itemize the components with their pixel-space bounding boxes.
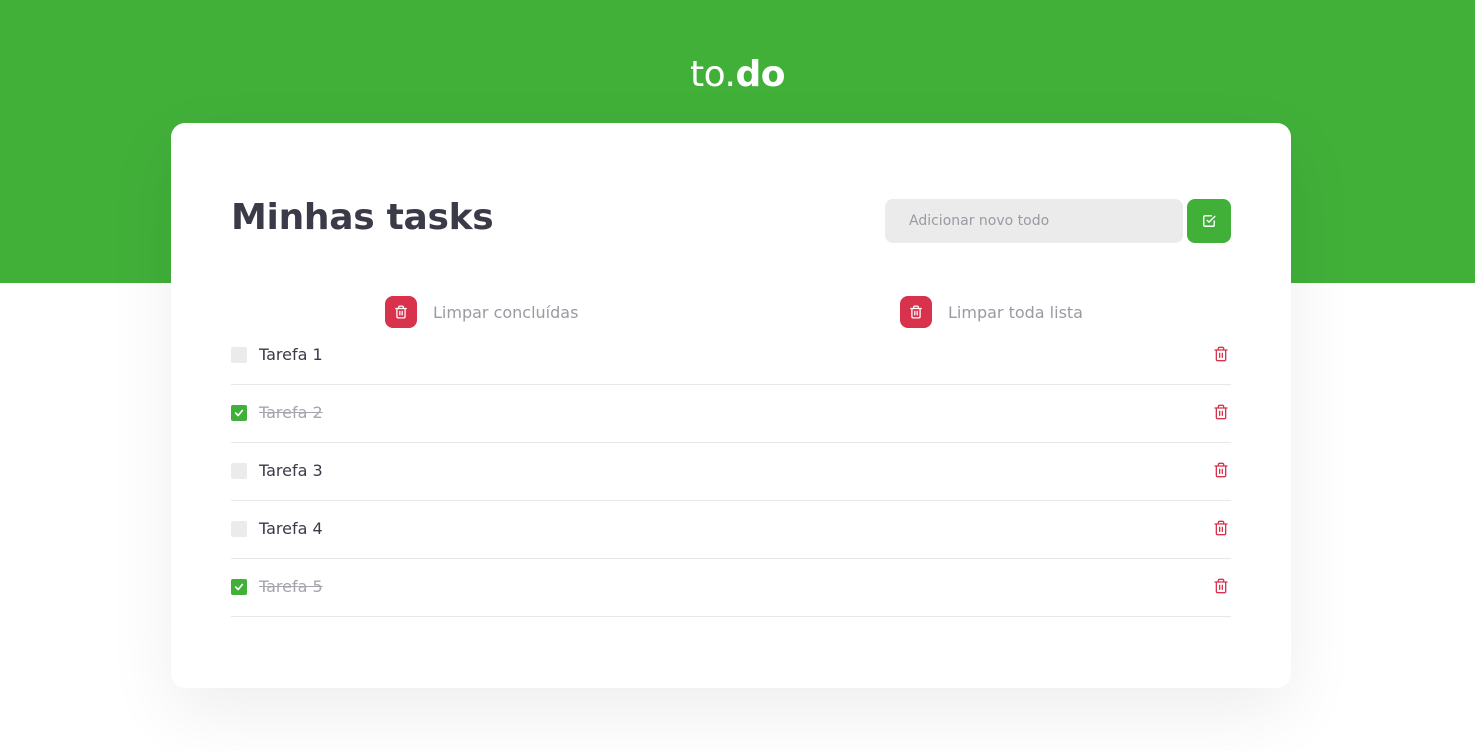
task-title: Tarefa 4 [259,519,323,538]
task-checkbox[interactable] [231,463,247,479]
logo-bold-text: do [735,54,785,95]
clear-completed-button[interactable]: Limpar concluídas [385,296,578,328]
trash-icon[interactable] [1213,578,1229,594]
clear-all-label: Limpar toda lista [948,302,1083,322]
logo-light-text: to. [690,54,736,95]
clear-all-button[interactable]: Limpar toda lista [900,296,1083,328]
task-title: Tarefa 5 [259,577,323,596]
checkmark-icon [234,583,244,591]
task-checkbox[interactable] [231,521,247,537]
checkmark-icon [234,409,244,417]
trash-icon[interactable] [1213,346,1229,362]
task-row: Tarefa 2 [231,385,1231,443]
task-row: Tarefa 1 [231,327,1231,385]
app-logo: to.do [0,54,1475,95]
clear-completed-label: Limpar concluídas [433,302,579,322]
task-title: Tarefa 2 [259,403,323,422]
task-title: Tarefa 3 [259,461,323,480]
task-row: Tarefa 4 [231,501,1231,559]
clear-completed-trash-icon-box [385,296,417,328]
task-checkbox[interactable] [231,579,247,595]
task-list: Tarefa 1 Tarefa 2 Tarefa 3 Tarefa 4 Tare… [231,327,1231,617]
trash-icon[interactable] [1213,520,1229,536]
new-todo-input[interactable] [885,199,1183,243]
task-row: Tarefa 5 [231,559,1231,617]
trash-icon [395,305,407,319]
task-row: Tarefa 3 [231,443,1231,501]
tasks-card: Minhas tasks Limpar concluídas [171,123,1291,688]
task-title: Tarefa 1 [259,345,323,364]
trash-icon [910,305,922,319]
add-todo-button[interactable] [1187,199,1231,243]
check-square-icon [1203,215,1216,227]
page-title: Minhas tasks [231,197,494,238]
trash-icon[interactable] [1213,462,1229,478]
task-checkbox[interactable] [231,347,247,363]
clear-all-trash-icon-box [900,296,932,328]
trash-icon[interactable] [1213,404,1229,420]
task-checkbox[interactable] [231,405,247,421]
